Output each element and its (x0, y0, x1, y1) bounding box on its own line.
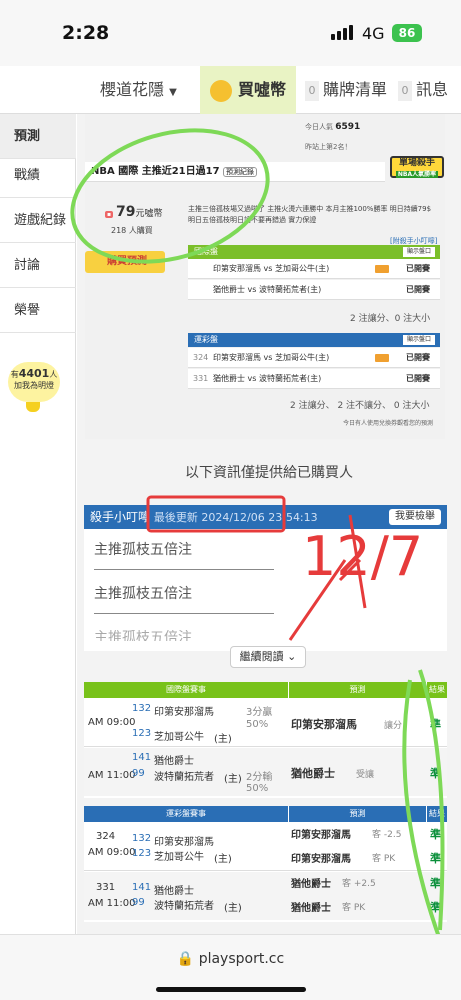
lock-icon: 🔒 (176, 951, 195, 967)
browser-bottom-bar: 🔒 playsport.cc (0, 934, 461, 1000)
green-bracket-mark-2 (402, 679, 442, 941)
green-circle-mark (70, 128, 270, 264)
url-display[interactable]: 🔒 playsport.cc (0, 951, 461, 967)
handwritten-date: 12/7 (302, 525, 423, 588)
home-indicator[interactable] (156, 987, 306, 992)
url-text: playsport.cc (198, 951, 285, 967)
red-box-mark (146, 495, 286, 533)
handwritten-annotations: 12/7 (70, 128, 445, 941)
